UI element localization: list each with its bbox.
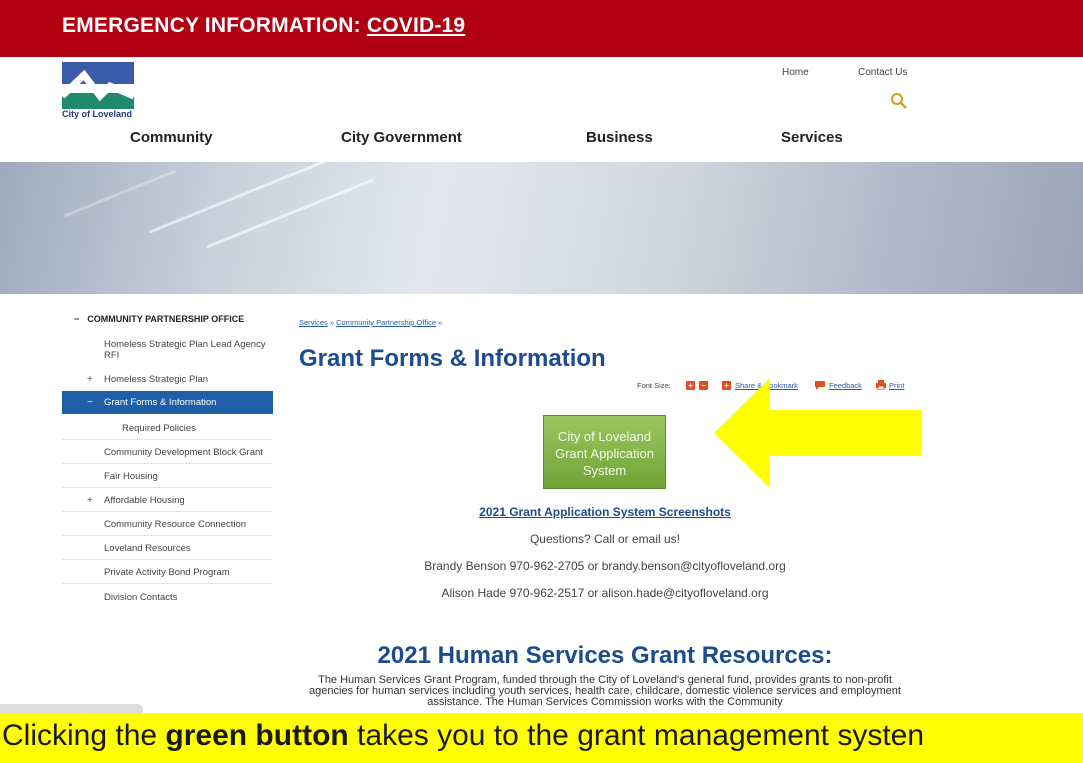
resources-paragraph: The Human Services Grant Program, funded… [309,674,901,708]
caption-bold: green button [165,719,349,752]
sidebar-item-label: Required Policies [122,423,196,434]
city-logo[interactable]: City of Loveland [62,62,134,120]
sidebar-item-grant-forms[interactable]: − Grant Forms & Information [62,391,273,414]
emergency-banner: EMERGENCY INFORMATION: COVID-19 [0,0,1083,57]
sidebar-item-private-activity-bond[interactable]: Private Activity Bond Program [62,567,273,581]
sidebar-item-label: Fair Housing [104,471,158,482]
logo-mountain-icon [62,69,134,102]
emergency-text: EMERGENCY INFORMATION: COVID-19 [62,14,465,38]
breadcrumb: Services » Community Partnership Office … [299,318,443,327]
divider [62,439,273,440]
cloud-streak [63,169,177,218]
sidebar-item-resource-connection[interactable]: Community Resource Connection [62,519,273,533]
sidebar-item-label: Loveland Resources [104,543,191,554]
sidebar-item-homeless-plan[interactable]: + Homeless Strategic Plan [62,374,273,388]
sidebar-item-label: Affordable Housing [104,495,185,506]
divider [62,535,273,536]
sidebar-item-label: Homeless Strategic Plan [104,374,209,385]
divider [62,463,273,464]
covid-link[interactable]: COVID-19 [367,14,465,37]
resources-heading: 2021 Human Services Grant Resources: [377,642,833,669]
expand-icon[interactable]: + [87,495,93,506]
nav-business[interactable]: Business [586,129,653,146]
search-icon[interactable] [890,92,908,110]
sidebar-item-loveland-resources[interactable]: Loveland Resources [62,543,273,557]
cloud-streak [205,178,375,249]
page-title: Grant Forms & Information [299,345,606,372]
caption-after: takes you to the grant management systen [348,719,925,752]
collapse-icon: − [74,314,80,324]
nav-community[interactable]: Community [130,129,213,146]
sidebar-item-required-policies[interactable]: Required Policies [62,423,273,437]
divider [62,511,273,512]
nav-services[interactable]: Services [781,129,843,146]
hero-banner [0,162,1083,294]
emergency-prefix: EMERGENCY INFORMATION: [62,14,361,37]
sidebar-heading[interactable]: − COMMUNITY PARTNERSHIP OFFICE [74,314,244,324]
font-decrease-icon[interactable]: − [699,381,708,390]
divider [62,559,273,560]
sidebar-heading-label: COMMUNITY PARTNERSHIP OFFICE [87,314,245,324]
breadcrumb-community-partnership[interactable]: Community Partnership Office [336,318,436,327]
caption-bar: Clicking the green button takes you to t… [0,713,1083,763]
logo-text: City of Loveland [62,109,133,119]
grant-application-button[interactable]: City of Loveland Grant Application Syste… [543,415,666,489]
annotation-arrow-icon [714,378,922,488]
sidebar-item-label: Homeless Strategic Plan Lead Agency RFI [104,339,266,361]
sidebar-item-label: Community Development Block Grant [104,447,263,458]
sidebar-item-cdbg[interactable]: Community Development Block Grant [62,447,273,461]
sidebar-item-division-contacts[interactable]: Division Contacts [62,592,273,606]
sidebar-item-homeless-rfi[interactable]: Homeless Strategic Plan Lead Agency RFI [62,339,273,369]
sidebar-item-label: Division Contacts [104,592,178,603]
contact-alison: Alison Hade 970-962-2517 or alison.hade@… [441,586,769,600]
caption-text: Clicking the green button takes you to t… [2,719,924,753]
screenshots-line: 2021 Grant Application System Screenshot… [300,505,910,519]
nav-city-government[interactable]: City Government [341,129,462,146]
home-link[interactable]: Home [782,67,809,78]
font-size-label: Font Size: [637,381,671,390]
sidebar-item-fair-housing[interactable]: Fair Housing [62,471,273,485]
caption-before: Clicking the [2,719,166,752]
screenshots-link[interactable]: 2021 Grant Application System Screenshot… [479,505,731,519]
sidebar-item-affordable-housing[interactable]: + Affordable Housing [62,495,273,509]
divider [62,583,273,584]
collapse-icon[interactable]: − [87,397,93,408]
sidebar-item-label: Private Activity Bond Program [104,567,230,578]
expand-icon[interactable]: + [87,374,93,385]
contact-brandy: Brandy Benson 970-962-2705 or brandy.ben… [424,559,786,573]
contact-question: Questions? Call or email us! [529,532,681,546]
font-increase-icon[interactable]: + [686,381,695,390]
sidebar-item-label: Community Resource Connection [104,519,247,530]
divider [62,487,273,488]
sidebar-item-label: Grant Forms & Information [104,397,217,408]
breadcrumb-services[interactable]: Services [299,318,328,327]
contact-link[interactable]: Contact Us [858,67,907,78]
